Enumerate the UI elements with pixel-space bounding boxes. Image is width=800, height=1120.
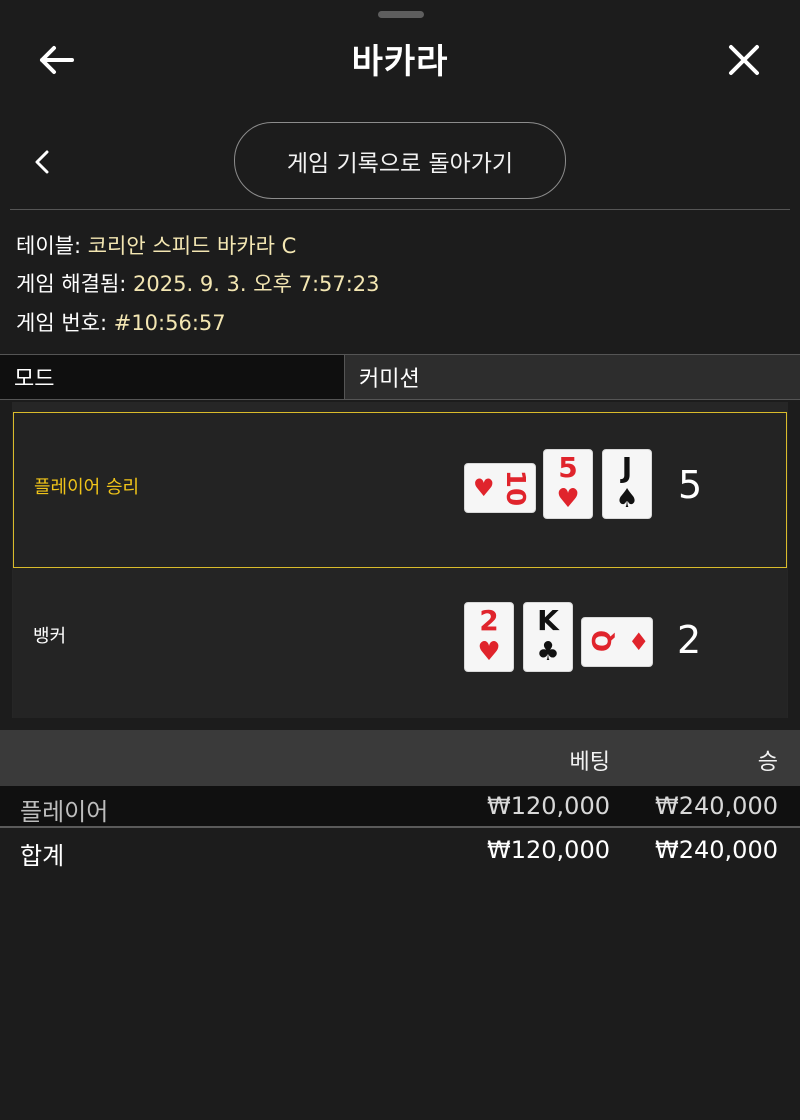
game-number-label: 게임 번호: xyxy=(16,311,108,335)
card-rank: 10 xyxy=(500,469,531,507)
previous-button[interactable] xyxy=(24,142,60,182)
divider xyxy=(0,826,800,828)
card-rank: 2 xyxy=(479,604,499,637)
total-bet: ₩120,000 xyxy=(487,836,610,864)
row-bet: ₩120,000 xyxy=(487,792,610,820)
row-name: 플레이어 xyxy=(20,798,109,826)
banker-score: 2 xyxy=(677,618,702,662)
banker-result-label: 뱅커 xyxy=(33,626,67,647)
table-value: 코리안 스피드 바카라 C xyxy=(87,234,297,258)
win-column-header: 승 xyxy=(757,750,778,775)
total-win: ₩240,000 xyxy=(655,836,778,864)
game-number-info: 게임 번호: #10:56:57 xyxy=(16,307,226,337)
bet-column-header: 베팅 xyxy=(569,750,610,775)
mode-value: 커미션 xyxy=(345,355,800,399)
heart-icon: ♥ xyxy=(477,637,501,667)
banker-card-3: Q ♦ xyxy=(581,617,653,667)
table-info: 테이블: 코리안 스피드 바카라 C xyxy=(16,230,296,260)
player-card-3: J ♠ xyxy=(602,449,652,519)
total-row: 합계 ₩120,000 ₩240,000 xyxy=(0,830,800,872)
total-name: 합계 xyxy=(20,842,65,870)
resolved-value: 2025. 9. 3. 오후 7:57:23 xyxy=(133,272,380,296)
close-icon xyxy=(729,45,759,75)
back-to-history-button[interactable]: 게임 기록으로 돌아가기 xyxy=(234,122,566,199)
banker-result-row: 뱅커 2 ♥ K ♣ Q ♦ 2 xyxy=(13,568,787,718)
spade-icon: ♠ xyxy=(615,484,639,514)
row-win: ₩240,000 xyxy=(655,792,778,820)
player-score: 5 xyxy=(678,463,703,507)
chevron-left-icon xyxy=(35,150,49,174)
heart-icon: ♥ xyxy=(556,484,580,514)
diamond-icon: ♦ xyxy=(628,628,650,656)
page-title: 바카라 xyxy=(351,42,449,82)
player-card-2: 5 ♥ xyxy=(543,449,593,519)
resolved-info: 게임 해결됨: 2025. 9. 3. 오후 7:57:23 xyxy=(16,268,380,298)
player-result-label: 플레이어 승리 xyxy=(34,477,140,498)
bets-table-header: 베팅 승 xyxy=(0,730,800,786)
player-card-1: ♥ 10 xyxy=(464,463,536,513)
mode-bar: 모드 커미션 xyxy=(0,354,800,400)
card-rank: K xyxy=(537,604,559,637)
mode-label: 모드 xyxy=(0,355,345,399)
card-rank: J xyxy=(621,451,633,484)
banker-card-1: 2 ♥ xyxy=(464,602,514,672)
close-button[interactable] xyxy=(720,36,768,84)
banker-card-2: K ♣ xyxy=(523,602,573,672)
heart-icon: ♥ xyxy=(473,474,495,502)
resolved-label: 게임 해결됨: xyxy=(16,272,127,296)
results-panel: 플레이어 승리 ♥ 10 5 ♥ J ♠ 5 뱅커 2 ♥ K ♣ Q ♦ 2 xyxy=(12,402,788,718)
card-rank: 5 xyxy=(558,451,578,484)
header: 바카라 xyxy=(0,0,800,118)
divider xyxy=(10,209,790,210)
table-label: 테이블: xyxy=(16,234,82,258)
club-icon: ♣ xyxy=(536,637,560,667)
player-result-row: 플레이어 승리 ♥ 10 5 ♥ J ♠ 5 xyxy=(13,412,787,568)
game-number-value: #10:56:57 xyxy=(113,311,226,335)
card-rank: Q xyxy=(588,629,619,653)
table-row: 플레이어 ₩120,000 ₩240,000 xyxy=(0,786,800,828)
